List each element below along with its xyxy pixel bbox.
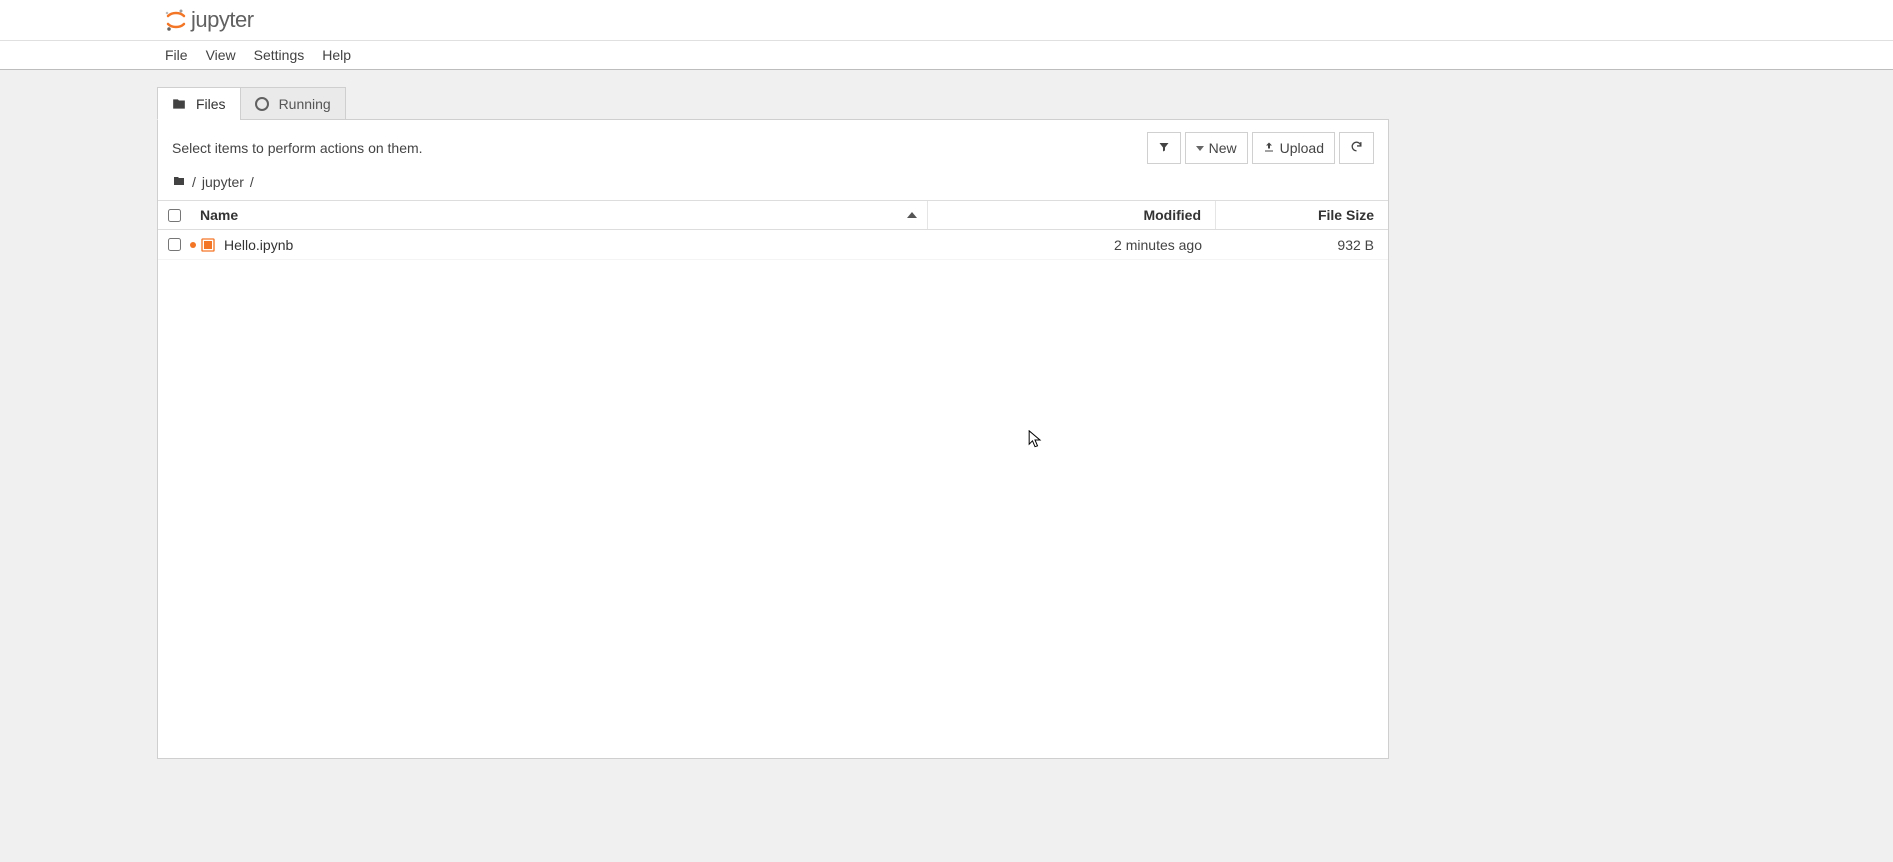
tab-running-label: Running	[279, 96, 331, 112]
column-modified-label: Modified	[1143, 207, 1201, 223]
menu-file[interactable]: File	[165, 47, 188, 63]
menu-bar: File View Settings Help	[0, 41, 1893, 70]
refresh-button[interactable]	[1339, 132, 1374, 164]
toolbar: Select items to perform actions on them.…	[158, 120, 1388, 174]
jupyter-logo-text: jupyter	[191, 7, 254, 33]
new-button[interactable]: New	[1185, 132, 1248, 164]
breadcrumb[interactable]: / jupyter /	[158, 174, 1388, 200]
jupyter-logo-mark	[165, 9, 187, 31]
menu-help[interactable]: Help	[322, 47, 351, 63]
filter-icon	[1158, 140, 1170, 156]
column-name[interactable]: Name	[200, 201, 928, 229]
column-filesize-label: File Size	[1318, 207, 1374, 223]
menu-settings[interactable]: Settings	[254, 47, 305, 63]
breadcrumb-sep: /	[192, 174, 196, 190]
tab-files-label: Files	[196, 96, 226, 112]
tabs: Files Running	[157, 87, 1389, 120]
file-browser-panel: Select items to perform actions on them.…	[157, 119, 1389, 759]
row-checkbox[interactable]	[168, 238, 181, 251]
folder-icon	[172, 174, 186, 190]
table-row[interactable]: Hello.ipynb 2 minutes ago 932 B	[158, 230, 1388, 260]
filter-button[interactable]	[1147, 132, 1181, 164]
breadcrumb-sep: /	[250, 174, 254, 190]
logo-bar: jupyter	[0, 0, 1893, 41]
running-indicator-icon	[190, 242, 196, 248]
stop-circle-icon	[255, 97, 269, 111]
file-name: Hello.ipynb	[224, 237, 928, 253]
upload-icon	[1263, 140, 1275, 156]
upload-button-label: Upload	[1280, 140, 1324, 156]
column-modified[interactable]: Modified	[928, 201, 1216, 229]
breadcrumb-segment[interactable]: jupyter	[202, 174, 244, 190]
column-name-label: Name	[200, 207, 238, 223]
table-header: Name Modified File Size	[158, 200, 1388, 230]
tab-running[interactable]: Running	[240, 87, 346, 120]
content-area: Files Running Select items to perform ac…	[0, 70, 1893, 862]
file-modified: 2 minutes ago	[928, 237, 1216, 253]
tab-files[interactable]: Files	[157, 87, 241, 120]
selection-hint: Select items to perform actions on them.	[172, 140, 423, 156]
upload-button[interactable]: Upload	[1252, 132, 1335, 164]
column-filesize[interactable]: File Size	[1216, 207, 1378, 223]
folder-icon	[172, 97, 186, 111]
jupyter-logo[interactable]: jupyter	[165, 7, 254, 33]
file-size: 932 B	[1216, 237, 1378, 253]
menu-view[interactable]: View	[206, 47, 236, 63]
notebook-icon	[200, 237, 216, 253]
new-button-label: New	[1209, 140, 1237, 156]
sort-asc-icon	[907, 212, 917, 218]
caret-down-icon	[1196, 146, 1204, 151]
select-all-checkbox[interactable]	[168, 209, 181, 222]
refresh-icon	[1350, 140, 1363, 156]
